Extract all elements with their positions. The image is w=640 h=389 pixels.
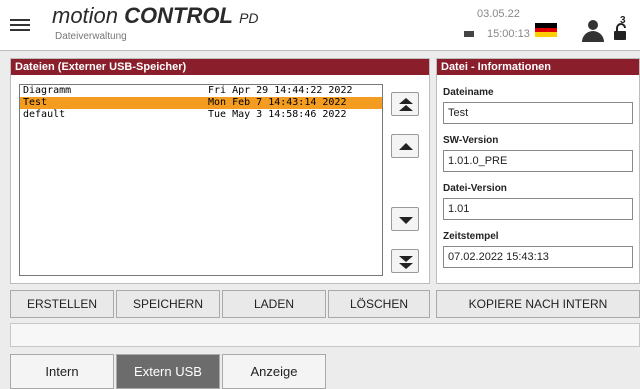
files-panel: Dateien (Externer USB-Speicher) Diagramm… bbox=[10, 58, 430, 284]
file-version-label: Datei-Version bbox=[443, 183, 507, 194]
scroll-bottom-button[interactable] bbox=[391, 249, 419, 273]
chevron-down-icon bbox=[399, 217, 413, 224]
file-list[interactable]: Diagramm Fri Apr 29 14:44:22 2022 Test M… bbox=[19, 84, 383, 276]
timestamp-field: 07.02.2022 15:43:13 bbox=[443, 246, 633, 268]
date-display: 03.05.22 bbox=[477, 8, 520, 20]
time-display: 15:00:13 bbox=[487, 28, 530, 40]
tab-intern[interactable]: Intern bbox=[10, 354, 114, 389]
unlock-icon[interactable]: 3 bbox=[614, 15, 628, 41]
info-panel-title: Datei - Informationen bbox=[437, 59, 639, 75]
chevron-up-icon bbox=[399, 143, 413, 150]
tab-extern-usb[interactable]: Extern USB bbox=[116, 354, 220, 389]
file-timestamp: Tue May 3 14:58:46 2022 bbox=[208, 109, 347, 120]
file-name: default bbox=[23, 109, 66, 120]
scroll-up-button[interactable] bbox=[391, 134, 419, 158]
app-logo: motion CONTROL PD bbox=[52, 3, 259, 29]
copy-to-internal-button[interactable]: KOPIERE NACH INTERN bbox=[436, 290, 640, 318]
timestamp-label: Zeitstempel bbox=[443, 231, 499, 242]
file-timestamp: Fri Apr 29 14:44:22 2022 bbox=[208, 85, 353, 96]
save-button[interactable]: SPEICHERN bbox=[116, 290, 220, 318]
brand-suffix: PD bbox=[239, 10, 259, 26]
tab-anzeige[interactable]: Anzeige bbox=[222, 354, 326, 389]
sw-version-field: 1.01.0_PRE bbox=[443, 150, 633, 172]
filename-field: Test bbox=[443, 102, 633, 124]
file-row[interactable]: default Tue May 3 14:58:46 2022 bbox=[20, 109, 382, 121]
file-name: Test bbox=[23, 97, 48, 108]
brand-main: CONTROL bbox=[124, 3, 233, 28]
load-button[interactable]: LADEN bbox=[222, 290, 326, 318]
delete-button[interactable]: LÖSCHEN bbox=[328, 290, 430, 318]
double-chevron-up-icon bbox=[399, 98, 413, 111]
sw-version-label: SW-Version bbox=[443, 135, 499, 146]
file-version-field: 1.01 bbox=[443, 198, 633, 220]
user-level-badge: 3 bbox=[620, 15, 626, 26]
brand-prefix: motion bbox=[52, 3, 119, 28]
files-panel-title: Dateien (Externer USB-Speicher) bbox=[11, 59, 429, 75]
file-name: Diagramm bbox=[23, 85, 72, 96]
filename-label: Dateiname bbox=[443, 87, 494, 98]
battery-icon bbox=[464, 31, 474, 37]
file-timestamp: Mon Feb 7 14:43:14 2022 bbox=[208, 97, 347, 108]
file-row[interactable]: Diagramm Fri Apr 29 14:44:22 2022 bbox=[20, 85, 382, 97]
file-row[interactable]: Test Mon Feb 7 14:43:14 2022 bbox=[20, 97, 382, 109]
double-chevron-down-icon bbox=[399, 256, 413, 269]
info-panel: Datei - Informationen Dateiname Test SW-… bbox=[436, 58, 640, 284]
scroll-top-button[interactable] bbox=[391, 92, 419, 116]
create-button[interactable]: ERSTELLEN bbox=[10, 290, 114, 318]
app-header: motion CONTROL PD Dateiverwaltung 03.05.… bbox=[0, 0, 640, 51]
menu-icon[interactable] bbox=[10, 17, 30, 33]
status-bar bbox=[10, 323, 640, 347]
scroll-down-button[interactable] bbox=[391, 207, 419, 231]
page-subtitle: Dateiverwaltung bbox=[55, 31, 127, 42]
language-flag-icon[interactable] bbox=[535, 23, 557, 37]
user-icon[interactable] bbox=[582, 20, 604, 42]
